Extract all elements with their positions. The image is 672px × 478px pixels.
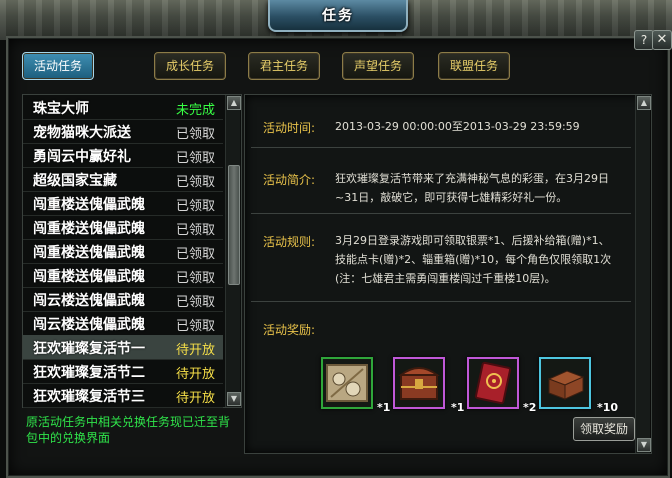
tab-growth-tasks[interactable]: 成长任务 <box>154 52 226 80</box>
silver-note-icon[interactable] <box>321 357 373 409</box>
tab-lord-tasks[interactable]: 君主任务 <box>248 52 320 80</box>
task-status: 已领取 <box>175 199 215 214</box>
task-status: 已领取 <box>175 127 215 142</box>
task-name: 超级国家宝藏 <box>33 173 117 189</box>
task-status: 已领取 <box>175 319 215 334</box>
rules-label: 活动规则: <box>263 235 316 249</box>
reward-count: *2 <box>523 401 537 414</box>
scroll-up-arrow-icon[interactable]: ▲ <box>227 96 241 110</box>
tab-activity-tasks[interactable]: 活动任务 <box>22 52 94 80</box>
task-name: 闯重楼送傀儡武魄 <box>33 197 145 213</box>
task-name: 珠宝大师 <box>33 101 89 117</box>
task-name: 宠物猫咪大派送 <box>33 125 131 141</box>
task-name: 狂欢璀璨复活节三 <box>33 389 145 405</box>
task-name: 狂欢璀璨复活节二 <box>33 365 145 381</box>
list-note: 原活动任务中相关兑换任务现已迁至背包中的兑换界面 <box>26 415 231 445</box>
task-status: 已领取 <box>175 175 215 190</box>
task-name: 闯重楼送傀儡武魄 <box>33 269 145 285</box>
support-chest-icon[interactable] <box>393 357 445 409</box>
time-value: 2013-03-29 00:00:00至2013-03-29 23:59:59 <box>335 120 580 133</box>
task-status: 已领取 <box>175 247 215 262</box>
task-list-item[interactable]: 超级国家宝藏 已领取 <box>23 167 223 192</box>
task-list-item[interactable]: 宠物猫咪大派送 已领取 <box>23 119 223 144</box>
task-list-item-selected[interactable]: 狂欢璀璨复活节一 待开放 <box>23 335 223 360</box>
tab-alliance-tasks[interactable]: 联盟任务 <box>438 52 510 80</box>
supply-box-icon[interactable] <box>539 357 591 409</box>
reward-count: *1 <box>377 401 391 414</box>
reward-count: *1 <box>451 401 465 414</box>
time-section: 活动时间: 2013-03-29 00:00:00至2013-03-29 23:… <box>251 95 631 148</box>
task-list-item[interactable]: 闯云楼送傀儡武魄 已领取 <box>23 311 223 336</box>
close-button[interactable]: ✕ <box>652 30 672 50</box>
task-status: 已领取 <box>175 151 215 166</box>
scroll-thumb[interactable] <box>228 165 240 285</box>
task-list-item[interactable]: 狂欢璀璨复活节三 待开放 <box>23 383 223 408</box>
time-label: 活动时间: <box>263 121 316 135</box>
reward-label: 活动奖励: <box>263 323 316 337</box>
rules-section: 活动规则: 3月29日登录游戏即可领取银票*1、后援补给箱(赠)*1、技能点卡(… <box>251 213 631 302</box>
task-list-item[interactable]: 闯重楼送傀儡武魄 已领取 <box>23 215 223 240</box>
intro-section: 活动简介: 狂欢璀璨复活节带来了充满神秘气息的彩蛋，在3月29日~31日，敲破它… <box>251 147 631 214</box>
detail-scrollbar[interactable]: ▲ ▼ <box>635 95 651 453</box>
task-name: 闯重楼送傀儡武魄 <box>33 245 145 261</box>
task-list-item[interactable]: 勇闯云中赢好礼 已领取 <box>23 143 223 168</box>
task-name: 闯重楼送傀儡武魄 <box>33 221 145 237</box>
task-list-item[interactable]: 闯云楼送傀儡武魄 已领取 <box>23 287 223 312</box>
task-name: 狂欢璀璨复活节一 <box>33 341 145 357</box>
window-title-plate: 任务 <box>268 0 408 32</box>
help-button[interactable]: ? <box>634 30 654 50</box>
task-list: 珠宝大师 未完成 宠物猫咪大派送 已领取 勇闯云中赢好礼 已领取 超级国家宝藏 … <box>22 94 242 408</box>
task-status: 待开放 <box>175 367 215 382</box>
claim-reward-button[interactable]: 领取奖励 <box>573 417 635 441</box>
task-list-item[interactable]: 闯重楼送傀儡武魄 已领取 <box>23 191 223 216</box>
task-detail-panel: 活动时间: 2013-03-29 00:00:00至2013-03-29 23:… <box>244 94 652 454</box>
task-list-item[interactable]: 狂欢璀璨复活节二 待开放 <box>23 359 223 384</box>
scroll-up-arrow-icon[interactable]: ▲ <box>637 96 651 110</box>
task-name: 闯云楼送傀儡武魄 <box>33 293 145 309</box>
skill-card-icon[interactable] <box>467 357 519 409</box>
task-list-item[interactable]: 闯重楼送傀儡武魄 已领取 <box>23 239 223 264</box>
task-list-scrollbar[interactable]: ▲ ▼ <box>225 95 241 407</box>
intro-value: 狂欢璀璨复活节带来了充满神秘气息的彩蛋，在3月29日~31日，敲破它，即可获得七… <box>335 172 609 204</box>
task-status: 待开放 <box>175 391 215 406</box>
task-list-item[interactable]: 闯重楼送傀儡武魄 已领取 <box>23 263 223 288</box>
task-status: 已领取 <box>175 295 215 310</box>
scroll-down-arrow-icon[interactable]: ▼ <box>637 438 651 452</box>
rules-value: 3月29日登录游戏即可领取银票*1、后援补给箱(赠)*1、技能点卡(赠)*2、辎… <box>335 234 612 285</box>
scroll-down-arrow-icon[interactable]: ▼ <box>227 392 241 406</box>
task-name: 闯云楼送傀儡武魄 <box>33 317 145 333</box>
tab-reputation-tasks[interactable]: 声望任务 <box>342 52 414 80</box>
task-name: 勇闯云中赢好礼 <box>33 149 131 165</box>
window-title: 任务 <box>322 8 354 24</box>
task-status: 待开放 <box>175 343 215 358</box>
task-list-item[interactable]: 珠宝大师 未完成 <box>23 95 223 120</box>
task-status: 已领取 <box>175 223 215 238</box>
intro-label: 活动简介: <box>263 173 316 187</box>
reward-count: *10 <box>597 401 619 414</box>
task-status: 已领取 <box>175 271 215 286</box>
task-status: 未完成 <box>175 103 215 118</box>
